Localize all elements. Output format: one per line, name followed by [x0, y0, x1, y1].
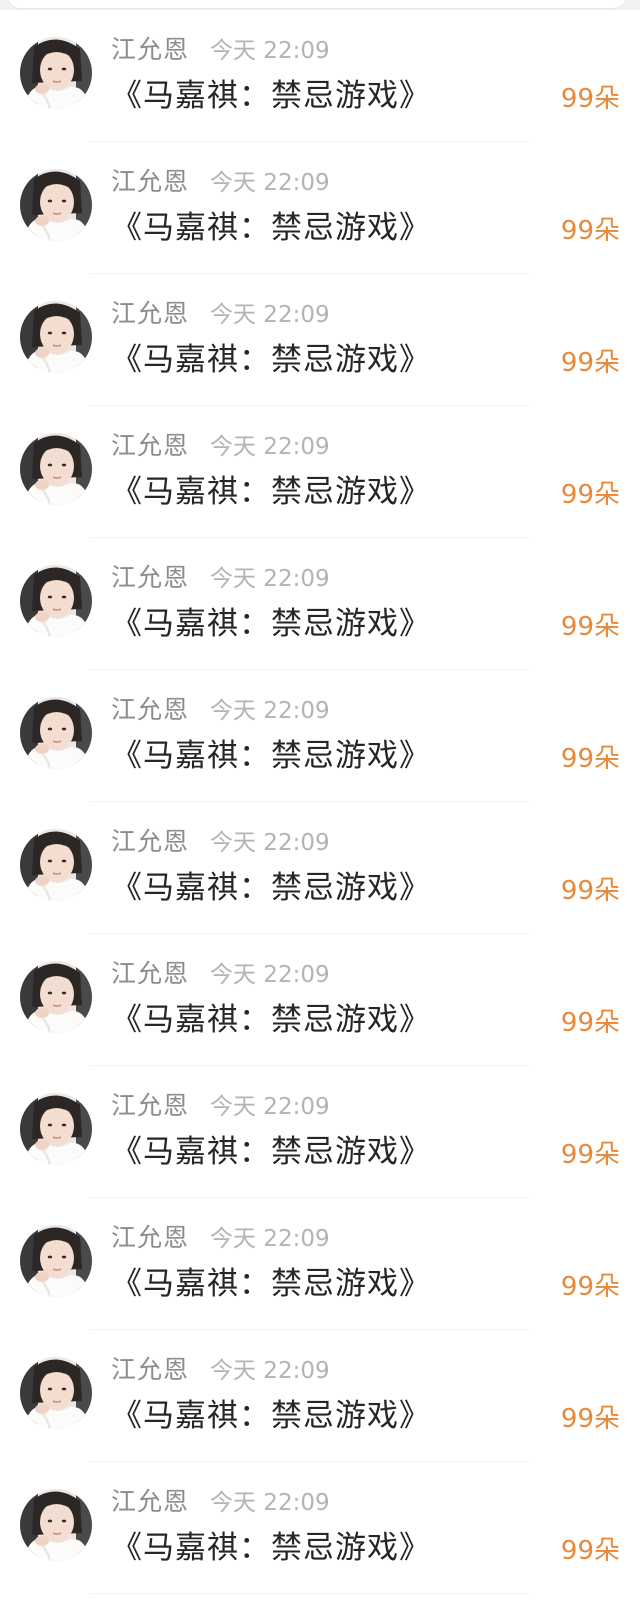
- list-item[interactable]: 江允恩 今天 22:09 《马嘉祺：禁忌游戏》 99朵: [0, 934, 640, 1066]
- divider: [90, 1593, 530, 1594]
- top-edge: [0, 0, 640, 10]
- timestamp: 今天 22:09: [210, 566, 330, 592]
- avatar[interactable]: [20, 301, 92, 373]
- gift-amount: 99朵: [560, 744, 620, 774]
- sender-name[interactable]: 江允恩: [111, 694, 189, 726]
- gift-message: 《马嘉祺：禁忌游戏》: [111, 738, 431, 774]
- list-item[interactable]: 江允恩 今天 22:09 《马嘉祺：禁忌游戏》 99朵: [0, 538, 640, 670]
- sender-name[interactable]: 江允恩: [111, 166, 189, 198]
- gift-message: 《马嘉祺：禁忌游戏》: [111, 210, 431, 246]
- gift-amount: 99朵: [560, 348, 620, 378]
- gift-message: 《马嘉祺：禁忌游戏》: [111, 606, 431, 642]
- list-item[interactable]: 江允恩 今天 22:09 《马嘉祺：禁忌游戏》 99朵: [0, 1198, 640, 1330]
- user-avatar-icon: [20, 433, 92, 505]
- list-item[interactable]: 江允恩 今天 22:09 《马嘉祺：禁忌游戏》 99朵: [0, 802, 640, 934]
- sender-name[interactable]: 江允恩: [111, 826, 189, 858]
- sender-name[interactable]: 江允恩: [111, 1222, 189, 1254]
- gift-amount: 99朵: [560, 1140, 620, 1170]
- avatar[interactable]: [20, 1225, 92, 1297]
- user-avatar-icon: [20, 301, 92, 373]
- gift-amount: 99朵: [560, 84, 620, 114]
- list-item[interactable]: 江允恩 今天 22:09 《马嘉祺：禁忌游戏》 99朵: [0, 274, 640, 406]
- list-item[interactable]: 江允恩 今天 22:09 《马嘉祺：禁忌游戏》 99朵: [0, 10, 640, 142]
- timestamp: 今天 22:09: [210, 1094, 330, 1120]
- gift-amount: 99朵: [560, 1536, 620, 1566]
- timestamp: 今天 22:09: [210, 962, 330, 988]
- gift-list: 江允恩 今天 22:09 《马嘉祺：禁忌游戏》 99朵 江允恩 今天 22:09: [0, 10, 640, 1594]
- previous-card-edge: [8, 0, 626, 8]
- list-item[interactable]: 江允恩 今天 22:09 《马嘉祺：禁忌游戏》 99朵: [0, 142, 640, 274]
- sender-name[interactable]: 江允恩: [111, 1486, 189, 1518]
- user-avatar-icon: [20, 1357, 92, 1429]
- sender-name[interactable]: 江允恩: [111, 430, 189, 462]
- user-avatar-icon: [20, 169, 92, 241]
- timestamp: 今天 22:09: [210, 434, 330, 460]
- user-avatar-icon: [20, 1093, 92, 1165]
- sender-name[interactable]: 江允恩: [111, 958, 189, 990]
- gift-message: 《马嘉祺：禁忌游戏》: [111, 1266, 431, 1302]
- user-avatar-icon: [20, 829, 92, 901]
- gift-message: 《马嘉祺：禁忌游戏》: [111, 1134, 431, 1170]
- avatar[interactable]: [20, 565, 92, 637]
- gift-message: 《马嘉祺：禁忌游戏》: [111, 1398, 431, 1434]
- sender-name[interactable]: 江允恩: [111, 34, 189, 66]
- user-avatar-icon: [20, 37, 92, 109]
- avatar[interactable]: [20, 697, 92, 769]
- gift-message: 《马嘉祺：禁忌游戏》: [111, 1002, 431, 1038]
- list-item[interactable]: 江允恩 今天 22:09 《马嘉祺：禁忌游戏》 99朵: [0, 670, 640, 802]
- list-item[interactable]: 江允恩 今天 22:09 《马嘉祺：禁忌游戏》 99朵: [0, 1330, 640, 1462]
- avatar[interactable]: [20, 1489, 92, 1561]
- gift-amount: 99朵: [560, 1008, 620, 1038]
- user-avatar-icon: [20, 961, 92, 1033]
- gift-message: 《马嘉祺：禁忌游戏》: [111, 78, 431, 114]
- gift-amount: 99朵: [560, 876, 620, 906]
- sender-name[interactable]: 江允恩: [111, 562, 189, 594]
- avatar[interactable]: [20, 961, 92, 1033]
- gift-message: 《马嘉祺：禁忌游戏》: [111, 870, 431, 906]
- user-avatar-icon: [20, 697, 92, 769]
- avatar[interactable]: [20, 37, 92, 109]
- timestamp: 今天 22:09: [210, 302, 330, 328]
- gift-amount: 99朵: [560, 1404, 620, 1434]
- timestamp: 今天 22:09: [210, 698, 330, 724]
- user-avatar-icon: [20, 565, 92, 637]
- timestamp: 今天 22:09: [210, 1226, 330, 1252]
- gift-message: 《马嘉祺：禁忌游戏》: [111, 474, 431, 510]
- list-item[interactable]: 江允恩 今天 22:09 《马嘉祺：禁忌游戏》 99朵: [0, 406, 640, 538]
- gift-amount: 99朵: [560, 1272, 620, 1302]
- timestamp: 今天 22:09: [210, 1490, 330, 1516]
- list-item[interactable]: 江允恩 今天 22:09 《马嘉祺：禁忌游戏》 99朵: [0, 1462, 640, 1594]
- user-avatar-icon: [20, 1489, 92, 1561]
- avatar[interactable]: [20, 433, 92, 505]
- timestamp: 今天 22:09: [210, 830, 330, 856]
- avatar[interactable]: [20, 829, 92, 901]
- timestamp: 今天 22:09: [210, 1358, 330, 1384]
- gift-message: 《马嘉祺：禁忌游戏》: [111, 1530, 431, 1566]
- gift-amount: 99朵: [560, 480, 620, 510]
- timestamp: 今天 22:09: [210, 38, 330, 64]
- sender-name[interactable]: 江允恩: [111, 1090, 189, 1122]
- list-item[interactable]: 江允恩 今天 22:09 《马嘉祺：禁忌游戏》 99朵: [0, 1066, 640, 1198]
- gift-amount: 99朵: [560, 216, 620, 246]
- gift-amount: 99朵: [560, 612, 620, 642]
- user-avatar-icon: [20, 1225, 92, 1297]
- gift-message: 《马嘉祺：禁忌游戏》: [111, 342, 431, 378]
- sender-name[interactable]: 江允恩: [111, 298, 189, 330]
- sender-name[interactable]: 江允恩: [111, 1354, 189, 1386]
- avatar[interactable]: [20, 169, 92, 241]
- timestamp: 今天 22:09: [210, 170, 330, 196]
- avatar[interactable]: [20, 1357, 92, 1429]
- avatar[interactable]: [20, 1093, 92, 1165]
